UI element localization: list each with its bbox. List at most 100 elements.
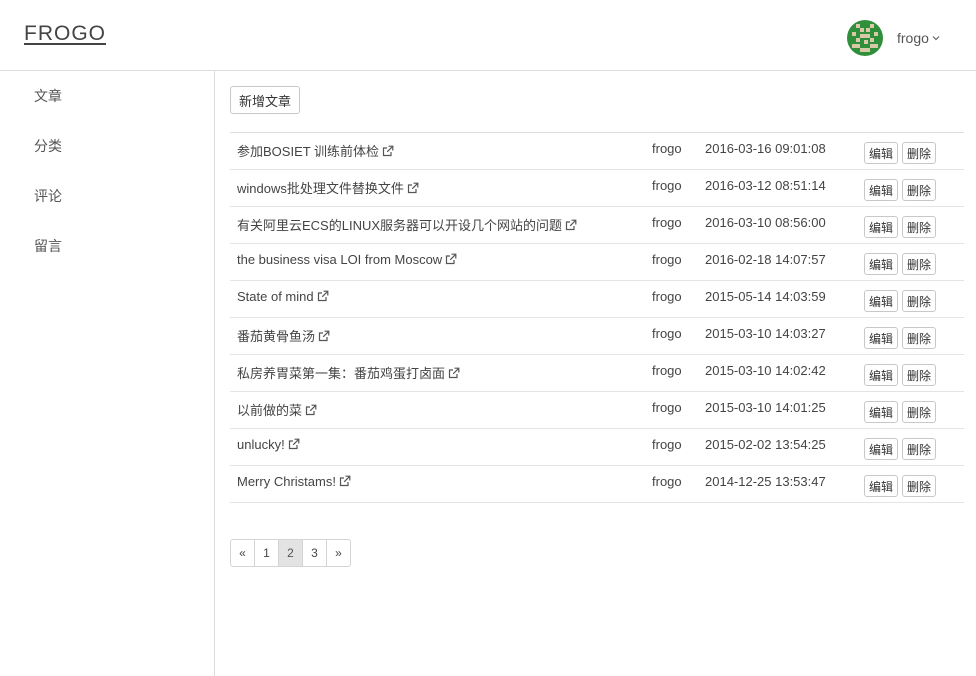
external-link-icon [288, 438, 300, 450]
article-date: 2015-03-10 14:03:27 [705, 326, 826, 341]
edit-button[interactable]: 编辑 [864, 216, 898, 238]
edit-button[interactable]: 编辑 [864, 364, 898, 386]
sidebar-item-messages[interactable]: 留言 [34, 236, 62, 256]
article-title-link[interactable]: 以前做的菜 [237, 400, 317, 419]
article-author: frogo [652, 141, 682, 156]
delete-button[interactable]: 删除 [902, 179, 936, 201]
table-row: 番茄黄骨鱼汤 frogo 2015-03-10 14:03:27 编辑 删除 [230, 318, 964, 355]
sidebar-item-comments[interactable]: 评论 [34, 186, 62, 206]
edit-button[interactable]: 编辑 [864, 401, 898, 423]
article-author: frogo [652, 215, 682, 230]
table-row: 私房养胃菜第一集：番茄鸡蛋打卤面 frogo 2015-03-10 14:02:42… [230, 355, 964, 392]
article-author: frogo [652, 363, 682, 378]
sidebar-item-categories[interactable]: 分类 [34, 136, 62, 156]
article-date: 2016-02-18 14:07:57 [705, 252, 826, 267]
pagination: «1 2 3» [230, 539, 351, 567]
pixel-avatar-icon [847, 20, 883, 56]
article-date: 2016-03-16 09:01:08 [705, 141, 826, 156]
article-title-link[interactable]: 私房养胃菜第一集：番茄鸡蛋打卤面 [237, 363, 460, 382]
external-link-icon [318, 330, 330, 342]
article-title-link[interactable]: the business visa LOI from Moscow [237, 252, 457, 267]
sidebar: 文章 分类 评论 留言 [0, 71, 215, 676]
delete-button[interactable]: 删除 [902, 475, 936, 497]
delete-button[interactable]: 删除 [902, 253, 936, 275]
external-link-icon [317, 290, 329, 302]
article-title: 以前做的菜 [237, 403, 303, 418]
article-date: 2015-05-14 14:03:59 [705, 289, 826, 304]
delete-button[interactable]: 删除 [902, 290, 936, 312]
external-link-icon [446, 253, 457, 265]
article-title-link[interactable]: 番茄黄骨鱼汤 [237, 326, 330, 345]
edit-button[interactable]: 编辑 [864, 475, 898, 497]
article-title-link[interactable]: Merry Christams! [237, 474, 351, 489]
article-date: 2014-12-25 13:53:47 [705, 474, 826, 489]
pagination-page[interactable]: 3 [302, 539, 327, 567]
article-title: 参加BOSIET 训练前体检 [237, 144, 380, 159]
article-title-link[interactable]: unlucky! [237, 437, 300, 452]
article-author: frogo [652, 289, 682, 304]
article-author: frogo [652, 437, 682, 452]
table-row: Merry Christams! frogo 2014-12-25 13:53:47… [230, 466, 964, 503]
external-link-icon [448, 367, 460, 379]
article-author: frogo [652, 252, 682, 267]
pagination-page[interactable]: 1 [254, 539, 279, 567]
main-content: 新增文章 参加BOSIET 训练前体检 frogo 2016-03-16 09:01… [216, 71, 976, 676]
article-author: frogo [652, 178, 682, 193]
pagination-next[interactable]: » [326, 539, 351, 567]
edit-button[interactable]: 编辑 [864, 290, 898, 312]
external-link-icon [565, 219, 577, 231]
new-article-button[interactable]: 新增文章 [230, 86, 301, 114]
article-title-link[interactable]: State of mind [237, 289, 329, 304]
article-date: 2016-03-12 08:51:14 [705, 178, 826, 193]
article-title: State of mind [237, 289, 314, 304]
external-link-icon [382, 145, 394, 157]
table-row: the business visa LOI from Moscow frogo 20… [230, 244, 964, 281]
delete-button[interactable]: 删除 [902, 438, 936, 460]
table-row: windows批处理文件替换文件 frogo 2016-03-12 08:51:14… [230, 170, 964, 207]
delete-button[interactable]: 删除 [902, 327, 936, 349]
edit-button[interactable]: 编辑 [864, 327, 898, 349]
article-date: 2015-02-02 13:54:25 [705, 437, 826, 452]
edit-button[interactable]: 编辑 [864, 179, 898, 201]
delete-button[interactable]: 删除 [902, 142, 936, 164]
article-title-link[interactable]: 有关阿里云ECS的LINUX服务器可以开设几个网站的问题 [237, 215, 577, 234]
article-title-link[interactable]: windows批处理文件替换文件 [237, 178, 419, 197]
pagination-page[interactable]: 2 [278, 539, 303, 567]
article-table: 参加BOSIET 训练前体检 frogo 2016-03-16 09:01:08 编辑… [230, 132, 964, 503]
article-title: the business visa LOI from Moscow [237, 252, 443, 267]
table-row: 以前做的菜 frogo 2015-03-10 14:01:25 编辑 删除 [230, 392, 964, 429]
top-navbar: FROGO frogo [0, 0, 976, 71]
external-link-icon [305, 404, 317, 416]
article-title: unlucky! [237, 437, 285, 452]
pagination-prev[interactable]: « [230, 539, 255, 567]
edit-button[interactable]: 编辑 [864, 142, 898, 164]
article-title: 有关阿里云ECS的LINUX服务器可以开设几个网站的问题 [237, 218, 563, 233]
article-date: 2015-03-10 14:02:42 [705, 363, 826, 378]
table-row: unlucky! frogo 2015-02-02 13:54:25 编辑 删除 [230, 429, 964, 466]
delete-button[interactable]: 删除 [902, 401, 936, 423]
delete-button[interactable]: 删除 [902, 364, 936, 386]
brand-logo-link[interactable]: FROGO [24, 22, 106, 46]
table-row: 参加BOSIET 训练前体检 frogo 2016-03-16 09:01:08 编辑… [230, 133, 964, 170]
table-row: 有关阿里云ECS的LINUX服务器可以开设几个网站的问题 frogo 2016-03… [230, 207, 964, 244]
article-title: 私房养胃菜第一集：番茄鸡蛋打卤面 [237, 366, 446, 381]
chevron-down-icon [932, 36, 940, 41]
table-row: State of mind frogo 2015-05-14 14:03:59 编辑删… [230, 281, 964, 318]
article-date: 2015-03-10 14:01:25 [705, 400, 826, 415]
article-title: 番茄黄骨鱼汤 [237, 329, 316, 344]
username-label: frogo [897, 30, 929, 46]
article-title: windows批处理文件替换文件 [237, 181, 404, 196]
article-author: frogo [652, 474, 682, 489]
article-date: 2016-03-10 08:56:00 [705, 215, 826, 230]
article-title: Merry Christams! [237, 474, 336, 489]
article-title-link[interactable]: 参加BOSIET 训练前体检 [237, 141, 394, 160]
delete-button[interactable]: 删除 [902, 216, 936, 238]
article-author: frogo [652, 326, 682, 341]
article-author: frogo [652, 400, 682, 415]
external-link-icon [339, 475, 351, 487]
sidebar-item-articles[interactable]: 文章 [34, 86, 62, 106]
external-link-icon [407, 182, 419, 194]
user-menu-toggle[interactable]: frogo [847, 20, 941, 56]
edit-button[interactable]: 编辑 [864, 253, 898, 275]
edit-button[interactable]: 编辑 [864, 438, 898, 460]
